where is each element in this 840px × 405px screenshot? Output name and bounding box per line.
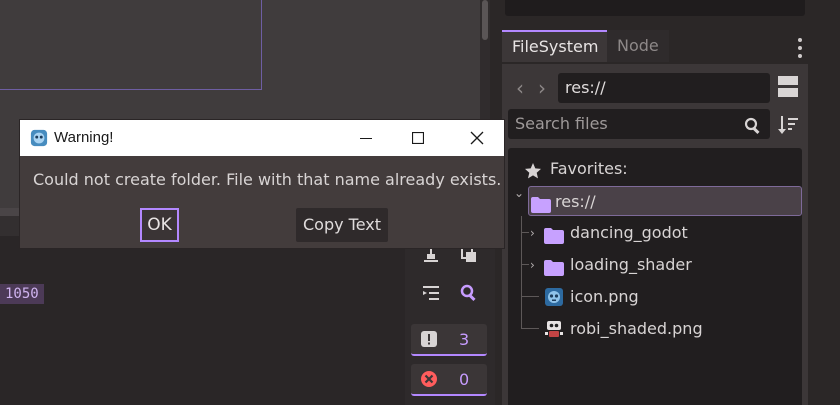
back-arrow-icon[interactable]: ‹ bbox=[512, 76, 528, 100]
tree-item-label: dancing_godot bbox=[570, 223, 688, 242]
file-tree: Favorites: ⌄ res:// › dancing_godot › lo… bbox=[508, 148, 802, 405]
search-icon bbox=[744, 115, 762, 145]
indent-icon[interactable] bbox=[418, 280, 444, 306]
split-view-icon[interactable] bbox=[778, 76, 798, 98]
maximize-button[interactable] bbox=[395, 120, 441, 156]
sort-icon[interactable] bbox=[778, 114, 800, 136]
dock-tabbar: FileSystem Node bbox=[502, 30, 815, 64]
tree-item-icon-png[interactable]: icon.png bbox=[508, 282, 802, 312]
dock-menu-icon[interactable] bbox=[793, 36, 807, 60]
folder-icon bbox=[544, 224, 564, 244]
tree-item-robi-shaded-png[interactable]: robi_shaded.png bbox=[508, 314, 802, 344]
chevron-right-icon[interactable]: › bbox=[530, 250, 535, 280]
search-icon[interactable] bbox=[456, 280, 482, 306]
expand-arrow-icon[interactable]: ⌄ bbox=[514, 186, 524, 200]
tab-node[interactable]: Node bbox=[607, 30, 669, 62]
tree-item-label: robi_shaded.png bbox=[570, 319, 703, 338]
warning-dialog: Warning! Could not create folder. File w… bbox=[19, 119, 505, 249]
viewport-frame bbox=[0, 0, 262, 90]
folder-icon bbox=[544, 256, 564, 276]
ok-button[interactable]: OK bbox=[140, 208, 179, 242]
forward-arrow-icon[interactable]: › bbox=[534, 76, 550, 100]
warnings-counter[interactable]: 3 bbox=[411, 324, 487, 356]
error-icon bbox=[419, 369, 439, 389]
dialog-message: Could not create folder. File with that … bbox=[33, 170, 502, 189]
scrollbar-thumb[interactable] bbox=[482, 0, 488, 40]
dock-top-panel bbox=[505, 0, 805, 16]
favorites-label: Favorites: bbox=[550, 159, 628, 178]
dialog-title: Warning! bbox=[54, 129, 114, 146]
chevron-right-icon[interactable]: › bbox=[530, 218, 535, 248]
tree-item-label: icon.png bbox=[570, 287, 639, 306]
dialog-titlebar[interactable]: Warning! bbox=[20, 120, 504, 156]
search-placeholder: Search files bbox=[515, 114, 608, 133]
tree-item-loading-shader[interactable]: › loading_shader bbox=[508, 250, 802, 280]
tree-item-label: loading_shader bbox=[570, 255, 692, 274]
warning-icon bbox=[419, 329, 439, 349]
code-value-highlight[interactable]: 1050 bbox=[0, 284, 44, 304]
filesystem-panel: ‹ › res:// Search files Favorites: ⌄ res… bbox=[502, 64, 808, 405]
favorites-row[interactable]: Favorites: bbox=[508, 154, 802, 184]
filesystem-dock: FileSystem Node ‹ › res:// Search files … bbox=[495, 0, 840, 405]
copy-text-button[interactable]: Copy Text bbox=[296, 208, 388, 242]
close-button[interactable] bbox=[454, 120, 500, 156]
minimize-button[interactable] bbox=[343, 120, 389, 156]
tree-item-res-root[interactable]: res:// bbox=[528, 186, 802, 216]
godot-icon bbox=[30, 129, 48, 147]
tree-item-dancing-godot[interactable]: › dancing_godot bbox=[508, 218, 802, 248]
search-files-input[interactable]: Search files bbox=[508, 109, 770, 139]
tree-item-label: res:// bbox=[555, 192, 596, 211]
path-field[interactable]: res:// bbox=[558, 73, 770, 103]
godot-icon bbox=[544, 287, 564, 306]
robot-image-icon bbox=[544, 319, 564, 337]
folder-icon bbox=[531, 193, 551, 213]
tab-filesystem[interactable]: FileSystem bbox=[502, 30, 609, 62]
errors-counter[interactable]: 0 bbox=[411, 364, 487, 396]
errors-count: 0 bbox=[459, 369, 470, 389]
warnings-count: 3 bbox=[459, 329, 470, 349]
star-icon bbox=[524, 160, 544, 179]
